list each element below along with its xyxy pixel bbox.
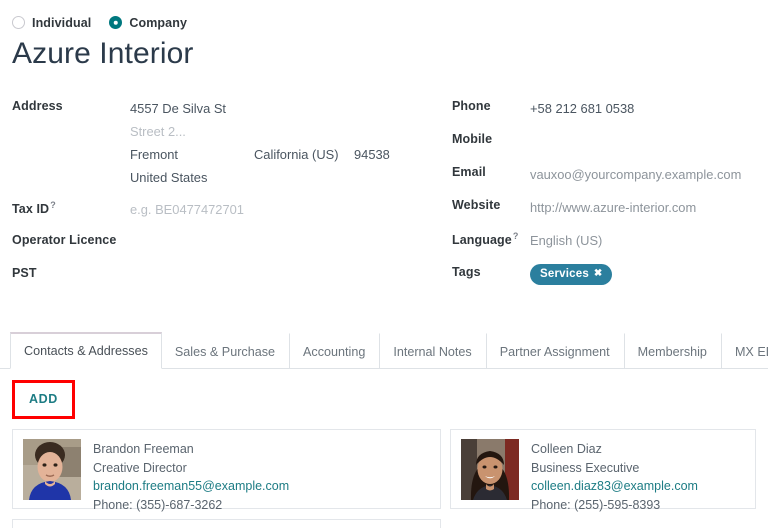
radio-indicator-individual[interactable] xyxy=(12,16,25,29)
avatar-colleen-diaz xyxy=(461,439,519,500)
tab-accounting[interactable]: Accounting xyxy=(289,333,379,369)
field-label-language-text: Language xyxy=(452,233,512,247)
radio-option-company[interactable]: Company xyxy=(109,16,187,30)
address-city[interactable]: Fremont xyxy=(130,142,254,165)
contact-phone: Phone: (355)-687-3262 xyxy=(93,496,289,515)
tab-partner-assignment[interactable]: Partner Assignment xyxy=(486,333,624,369)
contact-name: Brandon Freeman xyxy=(93,440,289,459)
radio-indicator-company[interactable] xyxy=(109,16,122,29)
record-type-radio-group: Individual Company xyxy=(0,0,768,32)
tab-bar: Contacts & Addresses Sales & Purchase Ac… xyxy=(0,331,768,369)
address-state[interactable]: California (US) xyxy=(254,142,354,165)
contact-phone: Phone: (255)-595-8393 xyxy=(531,496,698,515)
field-address: Address 4557 De Silva St Street 2... Fre… xyxy=(12,96,452,188)
contact-email[interactable]: brandon.freeman55@example.com xyxy=(93,477,289,496)
field-label-phone: Phone xyxy=(452,96,530,113)
avatar-photo-male-icon xyxy=(23,439,81,500)
close-icon[interactable]: ✖ xyxy=(594,269,603,279)
tag-chip-services[interactable]: Services ✖ xyxy=(530,264,612,285)
address-city-state-zip: Fremont California (US) 94538 xyxy=(130,142,414,165)
field-phone: Phone +58 212 681 0538 xyxy=(452,96,768,122)
tax-id-placeholder[interactable]: e.g. BE0477472701 xyxy=(130,197,244,220)
field-label-language: Language? xyxy=(452,228,530,247)
field-label-email: Email xyxy=(452,162,530,179)
field-operator-licence: Operator Licence xyxy=(12,230,452,256)
help-icon-tax-id[interactable]: ? xyxy=(50,200,56,210)
tab-sales-and-purchase[interactable]: Sales & Purchase xyxy=(162,333,289,369)
field-language: Language? English (US) xyxy=(452,228,768,254)
contact-name: Colleen Diaz xyxy=(531,440,698,459)
field-label-mobile: Mobile xyxy=(452,129,530,146)
avatar-photo-female-icon xyxy=(461,439,519,500)
help-icon-language[interactable]: ? xyxy=(513,231,519,241)
tab-contacts-and-addresses[interactable]: Contacts & Addresses xyxy=(10,332,162,369)
avatar-brandon-freeman xyxy=(23,439,81,500)
radio-option-individual[interactable]: Individual xyxy=(12,16,91,30)
field-label-tax-id: Tax ID? xyxy=(12,197,130,216)
contact-role: Creative Director xyxy=(93,459,289,478)
field-label-website: Website xyxy=(452,195,530,212)
address-street[interactable]: 4557 De Silva St xyxy=(130,96,414,119)
contact-card-next-partial[interactable] xyxy=(12,519,441,528)
field-pst: PST xyxy=(12,263,452,289)
add-button-highlight-box: ADD xyxy=(12,380,75,419)
contact-card-brandon-freeman[interactable]: Brandon Freeman Creative Director brando… xyxy=(12,429,441,509)
language-value[interactable]: English (US) xyxy=(530,228,602,251)
form-column-left: Address 4557 De Silva St Street 2... Fre… xyxy=(0,96,452,290)
field-label-operator-licence: Operator Licence xyxy=(12,230,130,247)
contact-role: Business Executive xyxy=(531,459,698,478)
field-label-address: Address xyxy=(12,96,130,113)
page-title[interactable]: Azure Interior xyxy=(0,32,768,74)
contact-email[interactable]: colleen.diaz83@example.com xyxy=(531,477,698,496)
form-body: Address 4557 De Silva St Street 2... Fre… xyxy=(0,74,768,290)
field-label-pst: PST xyxy=(12,263,130,280)
address-zip[interactable]: 94538 xyxy=(354,142,414,165)
form-column-right: Phone +58 212 681 0538 Mobile Email vaux… xyxy=(452,96,768,290)
email-value[interactable]: vauxoo@yourcompany.example.com xyxy=(530,162,741,185)
website-value[interactable]: http://www.azure-interior.com xyxy=(530,195,696,218)
field-website: Website http://www.azure-interior.com xyxy=(452,195,768,221)
field-email: Email vauxoo@yourcompany.example.com xyxy=(452,162,768,188)
contact-info-brandon-freeman: Brandon Freeman Creative Director brando… xyxy=(93,439,289,499)
field-mobile: Mobile xyxy=(452,129,768,155)
contacts-card-list: Brandon Freeman Creative Director brando… xyxy=(0,429,768,509)
address-street2-placeholder[interactable]: Street 2... xyxy=(130,119,414,142)
contact-form-page: Individual Company Azure Interior Addres… xyxy=(0,0,768,528)
address-value-block: 4557 De Silva St Street 2... Fremont Cal… xyxy=(130,96,414,188)
radio-label-individual: Individual xyxy=(32,16,91,30)
phone-value[interactable]: +58 212 681 0538 xyxy=(530,96,634,119)
tag-chip-label: Services xyxy=(540,267,589,281)
field-label-tax-id-text: Tax ID xyxy=(12,202,49,216)
field-tax-id: Tax ID? e.g. BE0477472701 xyxy=(12,197,452,223)
add-button[interactable]: ADD xyxy=(15,383,72,416)
field-label-tags: Tags xyxy=(452,262,530,279)
radio-label-company: Company xyxy=(129,16,187,30)
tab-mx-edi[interactable]: MX EDI xyxy=(721,333,768,369)
tags-value-block: Services ✖ xyxy=(530,262,612,285)
field-tags: Tags Services ✖ xyxy=(452,262,768,288)
tab-membership[interactable]: Membership xyxy=(624,333,721,369)
contact-info-colleen-diaz: Colleen Diaz Business Executive colleen.… xyxy=(531,439,698,499)
address-country[interactable]: United States xyxy=(130,165,414,188)
contact-card-colleen-diaz[interactable]: Colleen Diaz Business Executive colleen.… xyxy=(450,429,756,509)
tab-internal-notes[interactable]: Internal Notes xyxy=(379,333,485,369)
